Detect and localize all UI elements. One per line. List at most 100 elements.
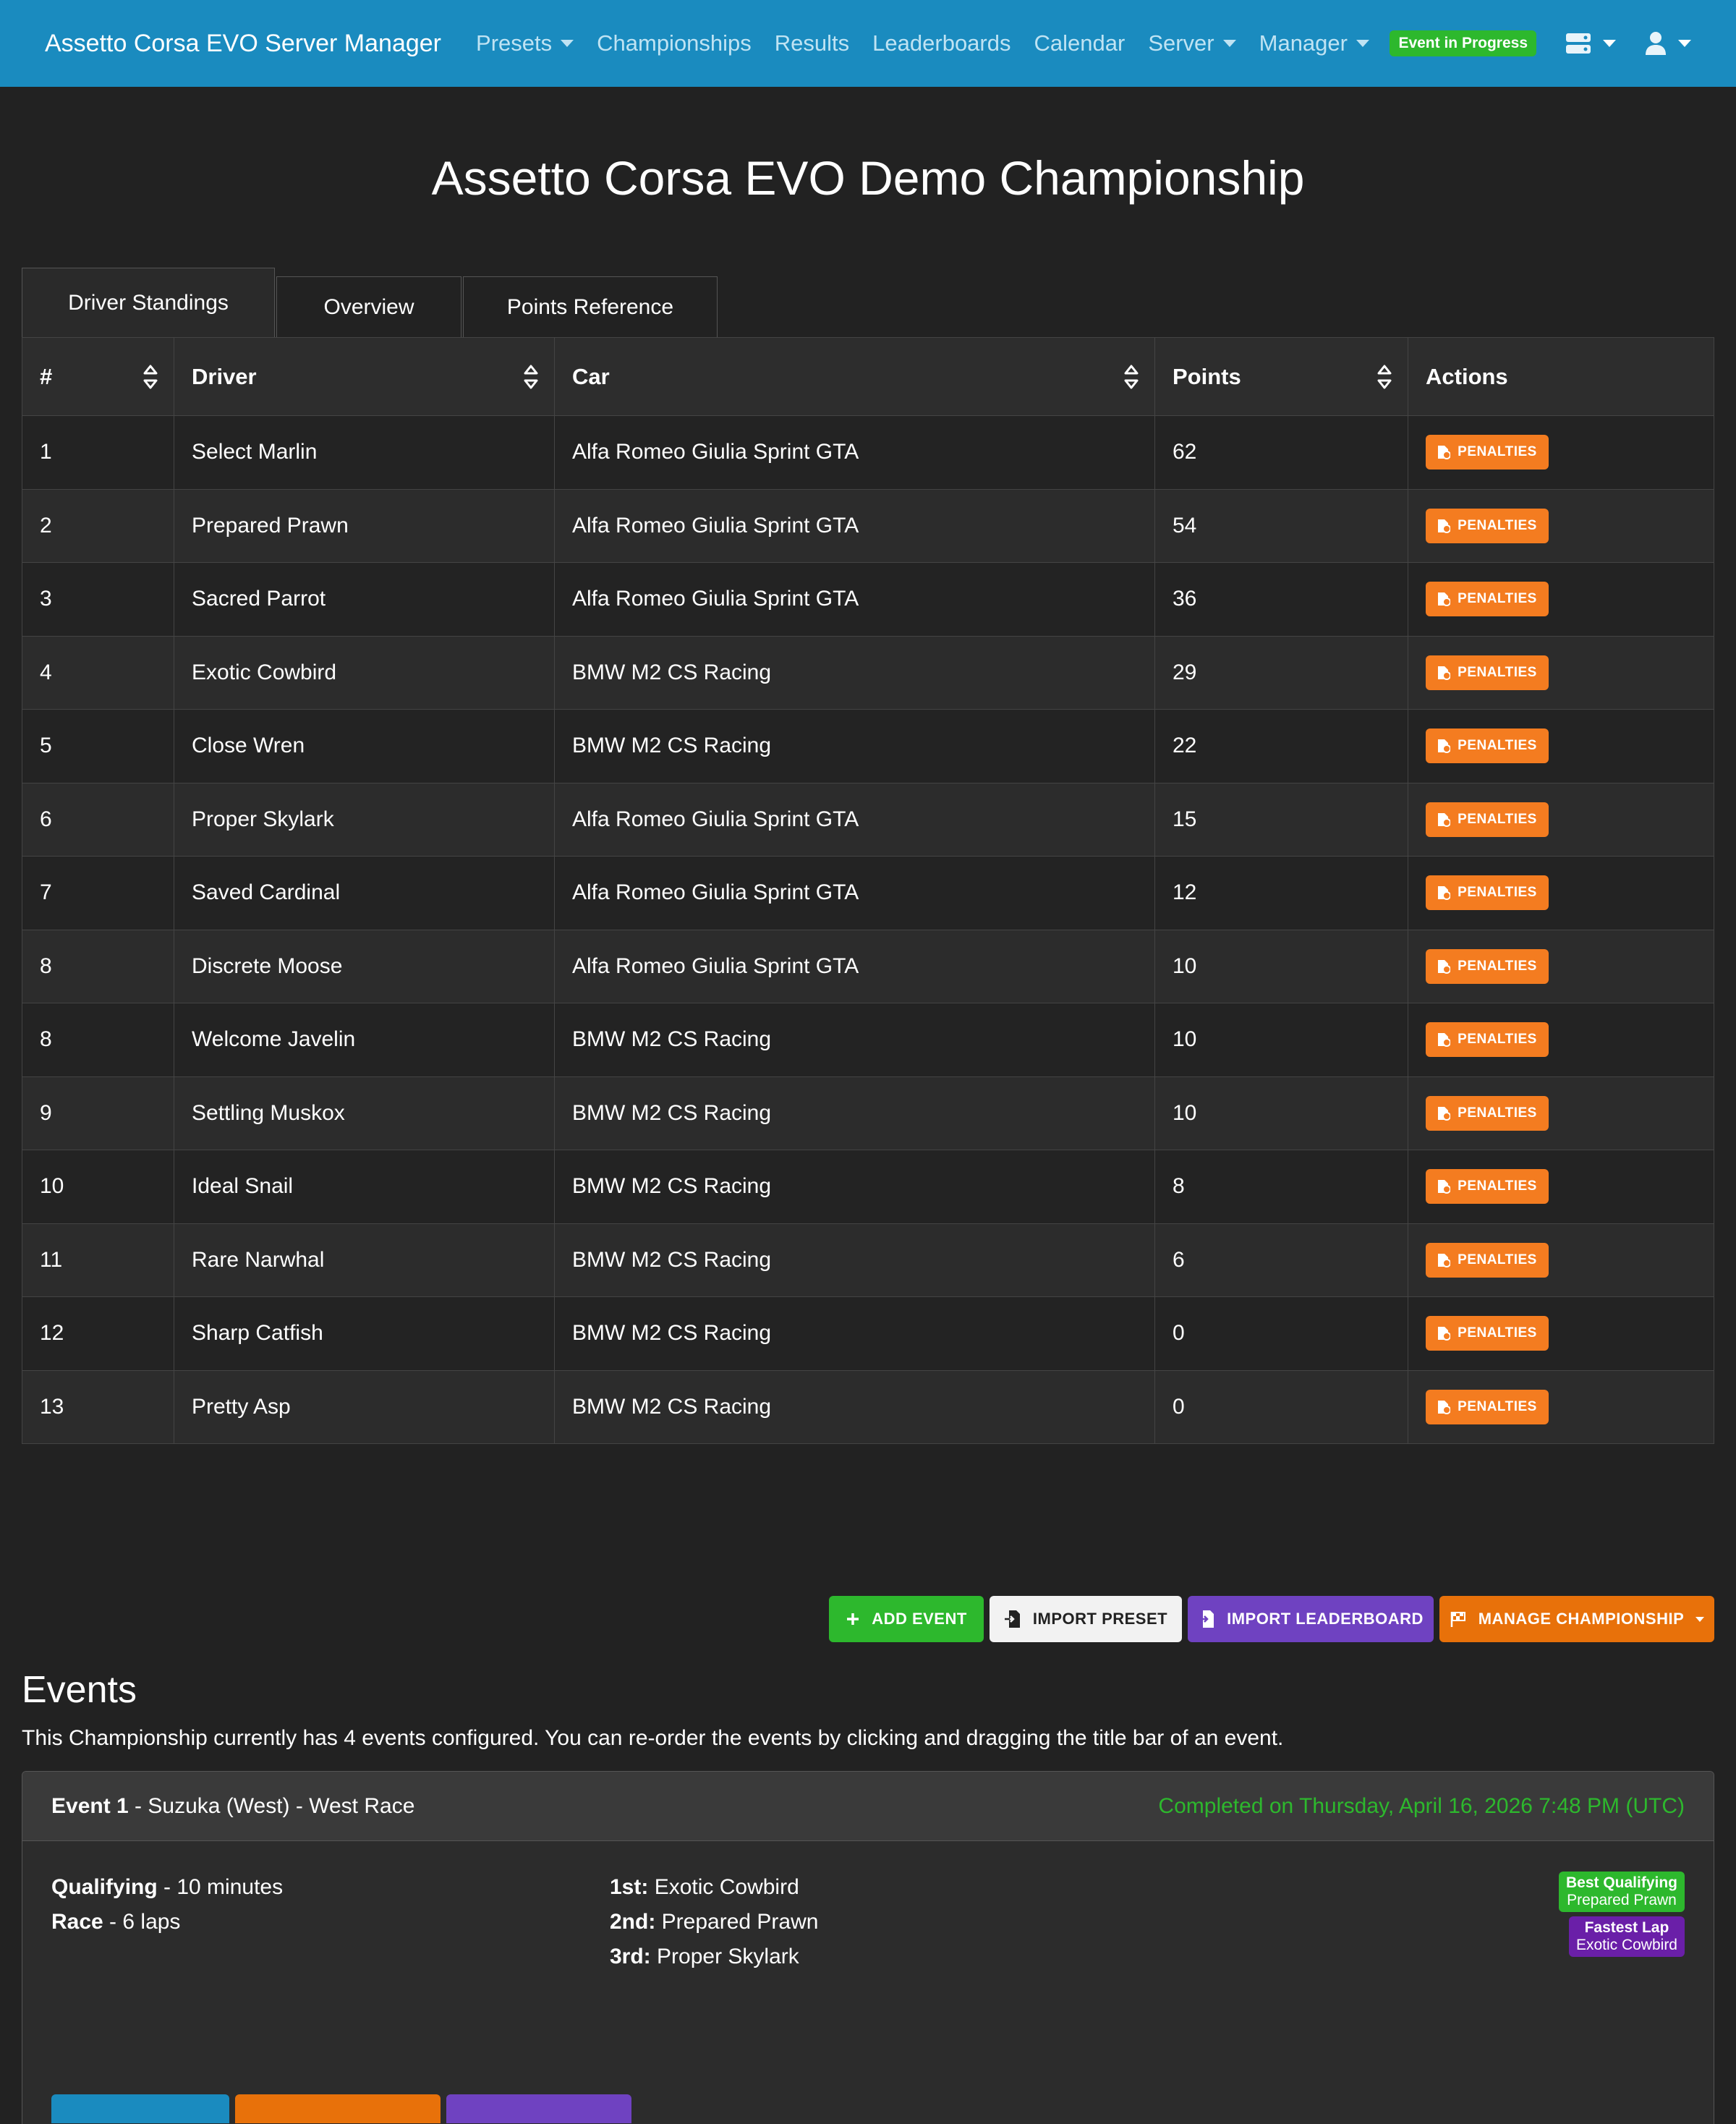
position-cell: 10 bbox=[22, 1150, 174, 1224]
import-leaderboard-label: IMPORT LEADERBOARD bbox=[1227, 1610, 1424, 1628]
penalties-button[interactable]: PENALTIES bbox=[1426, 582, 1549, 617]
sort-icon bbox=[1124, 365, 1139, 388]
nav-leaderboards[interactable]: Leaderboards bbox=[872, 30, 1010, 56]
table-row: 10 Ideal Snail BMW M2 CS Racing 8 PENALTIES bbox=[22, 1150, 1714, 1224]
session-detail: - 10 minutes bbox=[157, 1875, 284, 1899]
points-cell: 10 bbox=[1154, 1003, 1408, 1077]
tab-points-reference[interactable]: Points Reference bbox=[463, 276, 718, 337]
points-cell: 12 bbox=[1154, 856, 1408, 930]
driver-cell: Welcome Javelin bbox=[174, 1003, 555, 1077]
table-row: 3 Sacred Parrot Alfa Romeo Giulia Sprint G… bbox=[22, 562, 1714, 637]
car-cell: Alfa Romeo Giulia Sprint GTA bbox=[554, 782, 1155, 857]
file-exclamation-icon bbox=[1438, 959, 1451, 974]
brand-link[interactable]: Assetto Corsa EVO Server Manager bbox=[45, 30, 441, 58]
table-row: 5 Close Wren BMW M2 CS Racing 22 PENALTIES bbox=[22, 709, 1714, 783]
podium-second: 2nd: Prepared Prawn bbox=[610, 1905, 1685, 1940]
penalties-button[interactable]: PENALTIES bbox=[1426, 728, 1549, 764]
file-exclamation-icon bbox=[1438, 1180, 1451, 1194]
nav-championships[interactable]: Championships bbox=[597, 30, 752, 56]
position-cell: 11 bbox=[22, 1223, 174, 1297]
points-cell: 6 bbox=[1154, 1223, 1408, 1297]
penalties-button[interactable]: PENALTIES bbox=[1426, 655, 1549, 690]
actions-cell: PENALTIES bbox=[1408, 782, 1714, 857]
penalties-label: PENALTIES bbox=[1458, 517, 1537, 533]
penalties-button[interactable]: PENALTIES bbox=[1426, 875, 1549, 911]
header-car-label: Car bbox=[572, 363, 610, 389]
event-action-button[interactable] bbox=[235, 2094, 441, 2123]
header-points[interactable]: Points bbox=[1154, 337, 1408, 416]
nav-calendar[interactable]: Calendar bbox=[1034, 30, 1126, 56]
penalties-button[interactable]: PENALTIES bbox=[1426, 1169, 1549, 1205]
manage-championship-button[interactable]: MANAGE CHAMPIONSHIP bbox=[1439, 1596, 1714, 1642]
session-race: Race - 6 laps bbox=[51, 1905, 610, 1940]
table-row: 4 Exotic Cowbird BMW M2 CS Racing 29 PENALTI… bbox=[22, 635, 1714, 710]
points-cell: 22 bbox=[1154, 709, 1408, 783]
points-cell: 8 bbox=[1154, 1150, 1408, 1224]
event-action-button[interactable] bbox=[51, 2094, 229, 2123]
nav-manager-label: Manager bbox=[1259, 30, 1348, 56]
actions-cell: PENALTIES bbox=[1408, 1369, 1714, 1444]
penalties-button[interactable]: PENALTIES bbox=[1426, 1242, 1549, 1278]
file-exclamation-icon bbox=[1438, 446, 1451, 460]
nav-presets[interactable]: Presets bbox=[476, 30, 574, 56]
import-preset-label: IMPORT PRESET bbox=[1032, 1610, 1168, 1628]
chevron-down-icon bbox=[1678, 40, 1691, 47]
points-cell: 36 bbox=[1154, 562, 1408, 637]
standings-table: # Driver Car Points Actions 1 Select Marl… bbox=[22, 337, 1714, 1444]
penalties-button[interactable]: PENALTIES bbox=[1426, 1316, 1549, 1351]
event-title-bar[interactable]: Event 1 - Suzuka (West) - West Race Comp… bbox=[22, 1772, 1714, 1841]
penalties-button[interactable]: PENALTIES bbox=[1426, 1095, 1549, 1131]
header-driver-label: Driver bbox=[192, 363, 257, 389]
actions-cell: PENALTIES bbox=[1408, 1076, 1714, 1150]
driver-cell: Rare Narwhal bbox=[174, 1223, 555, 1297]
event-action-button[interactable] bbox=[446, 2094, 631, 2123]
position-cell: 9 bbox=[22, 1076, 174, 1150]
podium-place: 3rd: bbox=[610, 1945, 651, 1968]
driver-cell: Prepared Prawn bbox=[174, 488, 555, 563]
penalties-label: PENALTIES bbox=[1458, 738, 1537, 754]
points-cell: 10 bbox=[1154, 1076, 1408, 1150]
file-exclamation-icon bbox=[1438, 592, 1451, 607]
tab-driver-standings[interactable]: Driver Standings bbox=[22, 268, 275, 337]
header-driver[interactable]: Driver bbox=[174, 337, 555, 416]
nav-right: Event in Progress bbox=[1390, 30, 1691, 56]
event-status-badge[interactable]: Event in Progress bbox=[1390, 30, 1536, 56]
import-leaderboard-button[interactable]: IMPORT LEADERBOARD bbox=[1188, 1596, 1434, 1642]
penalties-label: PENALTIES bbox=[1458, 1032, 1537, 1048]
penalties-button[interactable]: PENALTIES bbox=[1426, 948, 1549, 984]
chevron-down-icon bbox=[1603, 40, 1616, 47]
table-row: 1 Select Marlin Alfa Romeo Giulia Sprint G… bbox=[22, 415, 1714, 490]
header-position[interactable]: # bbox=[22, 337, 174, 416]
nav-links: Presets Championships Results Leaderboar… bbox=[476, 30, 1390, 56]
tab-overview[interactable]: Overview bbox=[276, 276, 461, 337]
table-row: 12 Sharp Catfish BMW M2 CS Racing 0 PENALTIE… bbox=[22, 1296, 1714, 1371]
car-cell: BMW M2 CS Racing bbox=[554, 1369, 1155, 1444]
nav-results[interactable]: Results bbox=[775, 30, 849, 56]
penalties-button[interactable]: PENALTIES bbox=[1426, 1022, 1549, 1058]
position-cell: 12 bbox=[22, 1296, 174, 1371]
server-icon bbox=[1566, 33, 1591, 54]
event-sessions: Qualifying - 10 minutes Race - 6 laps bbox=[51, 1870, 610, 1974]
add-event-button[interactable]: ADD EVENT bbox=[829, 1596, 984, 1642]
badge-title: Fastest Lap bbox=[1584, 1919, 1669, 1936]
penalties-button[interactable]: PENALTIES bbox=[1426, 508, 1549, 543]
driver-cell: Proper Skylark bbox=[174, 782, 555, 857]
penalties-label: PENALTIES bbox=[1458, 664, 1537, 680]
position-cell: 3 bbox=[22, 562, 174, 637]
page-title: Assetto Corsa EVO Demo Championship bbox=[431, 151, 1305, 205]
car-cell: Alfa Romeo Giulia Sprint GTA bbox=[554, 856, 1155, 930]
user-menu-button[interactable] bbox=[1645, 31, 1691, 56]
file-import-icon bbox=[1199, 1610, 1214, 1628]
penalties-button[interactable]: PENALTIES bbox=[1426, 1389, 1549, 1424]
header-car[interactable]: Car bbox=[554, 337, 1155, 416]
podium-driver: Proper Skylark bbox=[650, 1945, 799, 1968]
server-menu-button[interactable] bbox=[1565, 33, 1616, 54]
actions-cell: PENALTIES bbox=[1408, 1296, 1714, 1371]
penalties-button[interactable]: PENALTIES bbox=[1426, 435, 1549, 470]
points-cell: 29 bbox=[1154, 635, 1408, 710]
nav-manager[interactable]: Manager bbox=[1259, 30, 1369, 56]
import-preset-button[interactable]: IMPORT PRESET bbox=[990, 1596, 1182, 1642]
nav-server[interactable]: Server bbox=[1148, 30, 1236, 56]
points-cell: 15 bbox=[1154, 782, 1408, 857]
penalties-button[interactable]: PENALTIES bbox=[1426, 802, 1549, 837]
